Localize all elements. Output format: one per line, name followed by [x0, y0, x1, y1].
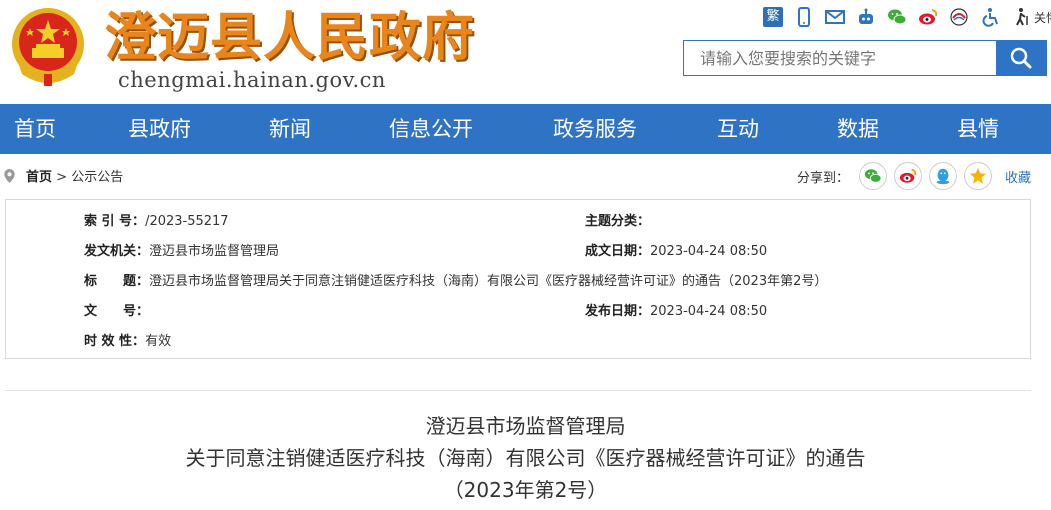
search-icon	[1010, 47, 1032, 69]
wechat-button[interactable]	[886, 6, 908, 28]
site-title: 澄迈县人民政府	[104, 7, 476, 68]
meta-created-date: 成文日期：2023-04-24 08:50	[585, 240, 767, 259]
meta-topic: 主题分类：	[585, 210, 650, 229]
meta-created-value: 2023-04-24 08:50	[650, 244, 768, 259]
meta-title: 标 题：澄迈县市场监督管理局关于同意注销健适医疗科技（海南）有限公司《医疗器械经…	[84, 270, 827, 289]
nav-item-information-disclosure[interactable]: 信息公开	[389, 104, 473, 154]
breadcrumb-current[interactable]: 公示公告	[71, 170, 123, 185]
location-pin-icon	[4, 169, 15, 183]
article-title-line-2: 关于同意注销健适医疗科技（海南）有限公司《医疗器械经营许可证》的通告	[185, 446, 866, 470]
search-box	[683, 40, 1047, 76]
share-qq-button[interactable]	[929, 162, 958, 190]
article-title-line-3: （2023年第2号）	[443, 478, 608, 502]
document-metadata: 索 引 号：/2023-55217 主题分类： 发文机关：澄迈县市场监督管理局 …	[5, 199, 1031, 359]
search-button[interactable]	[996, 41, 1046, 75]
meta-published-value: 2023-04-24 08:50	[650, 304, 768, 319]
meta-topic-label: 主题分类：	[585, 214, 651, 229]
meta-index-value: /2023-55217	[145, 214, 229, 229]
meta-title-value: 澄迈县市场监督管理局关于同意注销健适医疗科技（海南）有限公司《医疗器械经营许可证…	[149, 274, 828, 289]
traditional-chinese-toggle[interactable]: 繁	[762, 6, 784, 28]
nav-item-home[interactable]: 首页	[14, 104, 56, 154]
email-icon	[825, 10, 845, 24]
site-header: 澄迈县人民政府 chengmai.hainan.gov.cn 繁 关怀版	[0, 0, 1051, 104]
breadcrumb-separator: >	[56, 170, 68, 185]
nav-item-data[interactable]: 数据	[837, 104, 879, 154]
meta-published-date: 发布日期：2023-04-24 08:50	[585, 300, 767, 319]
meta-index: 索 引 号：/2023-55217	[84, 210, 229, 229]
weibo-icon	[899, 168, 917, 183]
article-title-line-1: 澄迈县市场监督管理局	[425, 414, 626, 438]
robot-icon	[859, 8, 873, 24]
meta-issuer-value: 澄迈县市场监督管理局	[149, 244, 280, 259]
share-bar: 分享到： 收藏	[797, 160, 1031, 192]
weibo-button[interactable]	[917, 6, 939, 28]
site-domain: chengmai.hainan.gov.cn	[118, 68, 386, 92]
meta-issuer: 发文机关：澄迈县市场监督管理局	[84, 240, 279, 259]
main-nav: 首页 县政府 新闻 信息公开 政务服务 互动 数据 县情	[0, 104, 1051, 154]
mobile-phone-icon	[798, 7, 810, 27]
breadcrumb-bar: 首页 > 公示公告 分享到： 收藏	[0, 158, 1051, 194]
meta-validity: 时 效 性：有效	[84, 330, 171, 349]
elder-care-icon	[1016, 8, 1028, 26]
elder-care-mode-button[interactable]: 关怀版	[1012, 7, 1051, 27]
elder-care-label: 关怀版	[1034, 10, 1051, 25]
qzone-star-icon	[969, 167, 987, 184]
breadcrumb-home-link[interactable]: 首页	[26, 170, 52, 185]
app-logo-icon	[950, 8, 968, 26]
meta-title-label: 标 题：	[84, 274, 150, 289]
qq-icon	[936, 168, 950, 185]
favorite-link[interactable]: 收藏	[1005, 167, 1031, 186]
meta-index-label: 索 引 号：	[84, 214, 146, 229]
app-button[interactable]	[948, 6, 970, 28]
share-qzone-button[interactable]	[964, 162, 993, 190]
share-wechat-button[interactable]	[859, 162, 888, 190]
mobile-version-button[interactable]	[793, 6, 815, 28]
breadcrumb: 首页 > 公示公告	[26, 166, 123, 185]
wechat-icon	[888, 9, 907, 25]
meta-validity-value: 有效	[145, 334, 172, 349]
wechat-icon	[864, 169, 882, 183]
nav-item-news[interactable]: 新闻	[269, 104, 311, 154]
meta-validity-label: 时 效 性：	[84, 334, 146, 349]
traditional-chinese-icon: 繁	[763, 7, 783, 27]
meta-document-number: 文 号：	[84, 300, 149, 319]
nav-item-interaction[interactable]: 互动	[717, 104, 759, 154]
nav-item-government-services[interactable]: 政务服务	[553, 104, 637, 154]
national-emblem-icon	[12, 8, 84, 86]
content-divider	[5, 390, 1031, 391]
share-label: 分享到：	[797, 170, 850, 186]
meta-issuer-label: 发文机关：	[84, 244, 150, 259]
weibo-icon	[919, 9, 938, 25]
nav-item-county-overview[interactable]: 县情	[957, 104, 999, 154]
header-toolbar: 繁 关怀版	[762, 5, 1051, 29]
meta-created-label: 成文日期：	[585, 244, 651, 259]
accessibility-icon	[982, 8, 998, 27]
robot-assistant-button[interactable]	[855, 6, 877, 28]
share-weibo-button[interactable]	[894, 162, 923, 190]
search-input[interactable]	[684, 41, 996, 75]
meta-docno-label: 文 号：	[84, 304, 150, 319]
accessibility-button[interactable]	[979, 6, 1001, 28]
nav-item-county-government[interactable]: 县政府	[128, 104, 191, 154]
meta-published-label: 发布日期：	[585, 304, 651, 319]
email-button[interactable]	[824, 6, 846, 28]
article-title: 澄迈县市场监督管理局 关于同意注销健适医疗科技（海南）有限公司《医疗器械经营许可…	[0, 410, 1051, 506]
